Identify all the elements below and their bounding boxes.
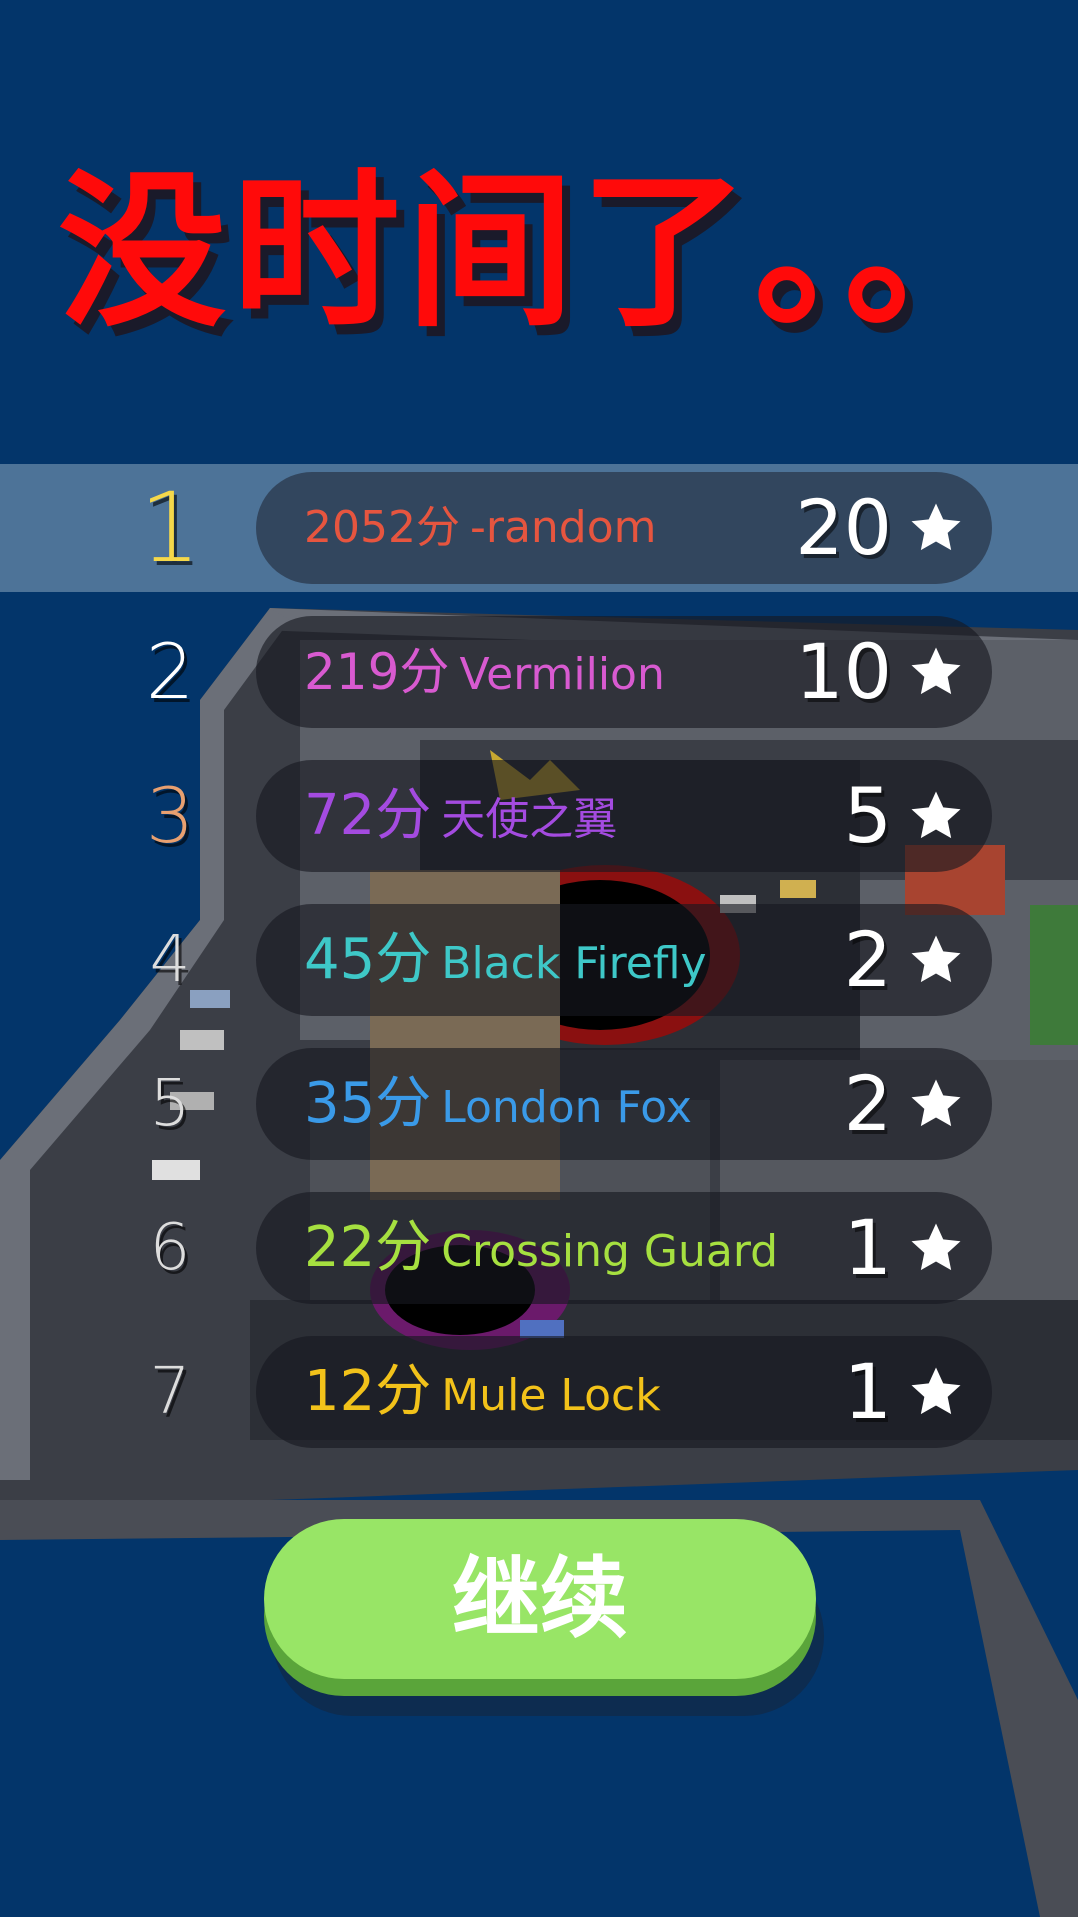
player-name: Crossing Guard [441,1226,779,1277]
star-icon [911,935,961,983]
rank-number: 3 [145,771,195,860]
leaderboard-row: 5 35分 London Fox 2 [0,1044,1078,1164]
star-count: 2 [843,1059,892,1148]
score-text: 72分 天使之翼 [304,760,617,872]
star-icon [911,1367,961,1415]
star-count: 20 [795,483,892,572]
score-pill: 12分 Mule Lock 1 [256,1336,992,1448]
star-icon [911,1223,961,1271]
star-icon [911,503,961,551]
score-points: 45分 [304,927,432,992]
star-count: 1 [843,1347,892,1436]
score-points: 72分 [304,783,432,848]
star-count: 5 [843,771,892,860]
leaderboard-row: 7 12分 Mule Lock 1 [0,1332,1078,1452]
rank-number: 2 [145,627,195,716]
player-name: -random [469,502,657,553]
star-count: 2 [843,915,892,1004]
leaderboard-row: 1 2052分 -random 20 [0,468,1078,588]
rank-number: 4 [149,923,191,997]
star-icon [911,1079,961,1127]
page-title: 没时间了。。 [58,154,1018,350]
leaderboard-row: 6 22分 Crossing Guard 1 [0,1188,1078,1308]
score-points: 35分 [304,1071,432,1136]
score-points: 12分 [304,1359,432,1424]
star-icon [911,791,961,839]
leaderboard-row: 2 219分 Vermilion 10 [0,612,1078,732]
score-text: 2052分 -random [304,472,657,584]
score-pill: 45分 Black Firefly 2 [256,904,992,1016]
player-name: London Fox [441,1082,692,1133]
rank-number: 6 [149,1211,191,1285]
score-points: 219分 [304,643,450,701]
continue-button[interactable]: 继续 [264,1519,816,1679]
player-name: Black Firefly [441,938,707,989]
score-pill: 22分 Crossing Guard 1 [256,1192,992,1304]
player-name: Vermilion [459,649,665,700]
score-pill: 219分 Vermilion 10 [256,616,992,728]
score-text: 22分 Crossing Guard [304,1192,778,1304]
star-count: 10 [795,627,892,716]
score-text: 219分 Vermilion [304,616,665,728]
score-pill: 72分 天使之翼 5 [256,760,992,872]
score-text: 45分 Black Firefly [304,904,707,1016]
star-icon [911,647,961,695]
leaderboard-row: 3 72分 天使之翼 5 [0,756,1078,876]
star-count: 1 [843,1203,892,1292]
score-points: 22分 [304,1215,432,1280]
player-name: Mule Lock [441,1370,661,1421]
score-text: 35分 London Fox [304,1048,692,1160]
score-text: 12分 Mule Lock [304,1336,661,1448]
leaderboard-row: 4 45分 Black Firefly 2 [0,900,1078,1020]
player-name: 天使之翼 [441,794,618,845]
rank-number: 5 [149,1067,191,1141]
score-pill: 35分 London Fox 2 [256,1048,992,1160]
rank-number: 1 [139,472,201,584]
score-pill: 2052分 -random 20 [256,472,992,584]
score-points: 2052分 [304,502,460,553]
rank-number: 7 [149,1355,191,1429]
